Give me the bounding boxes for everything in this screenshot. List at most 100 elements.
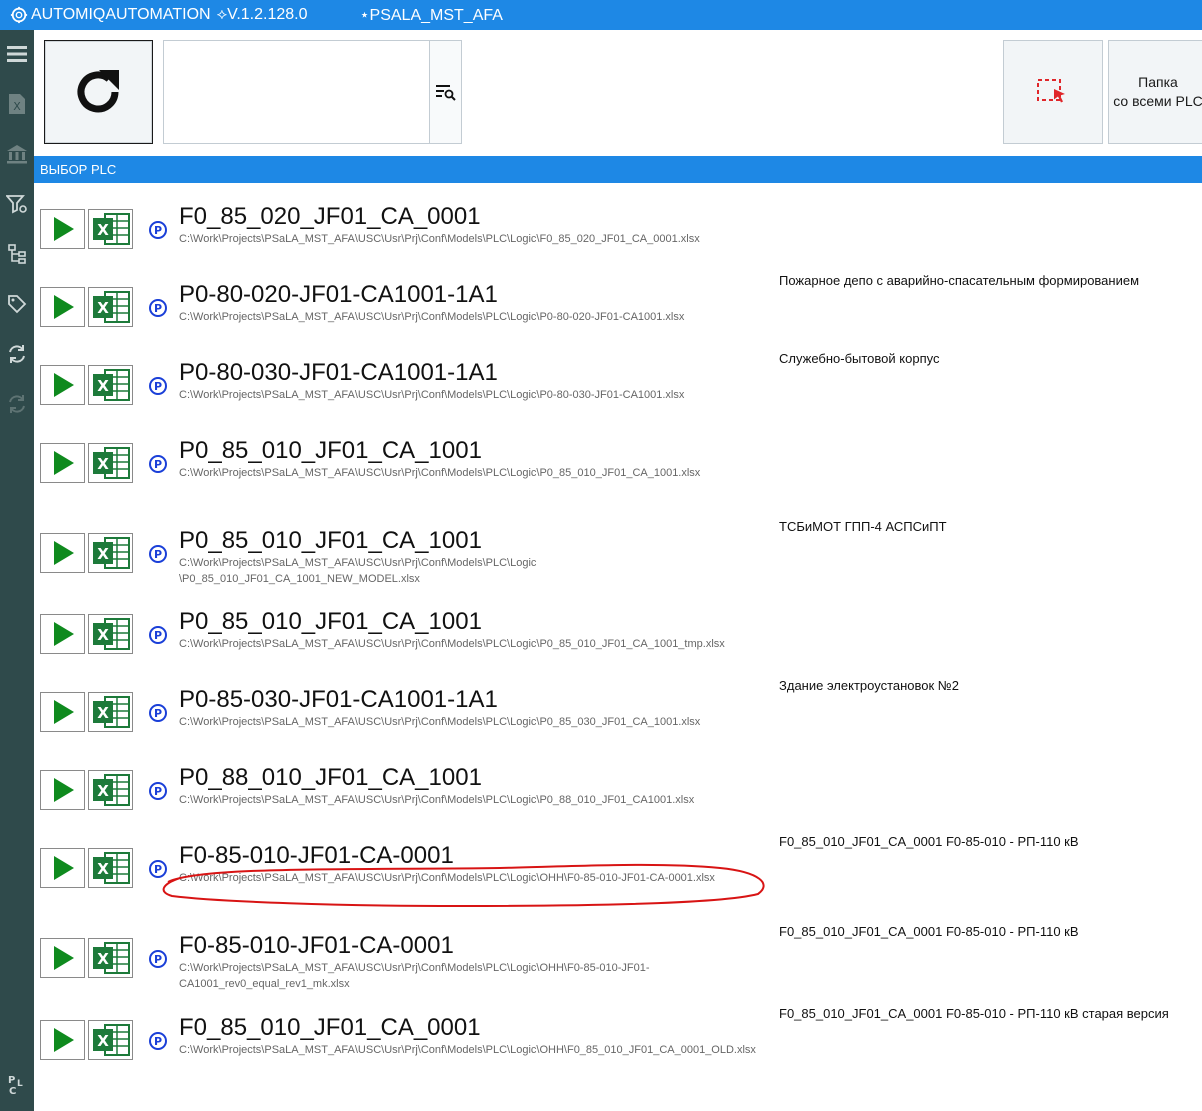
play-icon [53,541,74,565]
plc-file-path: C:\Work\Projects\PSaLA_MST_AFA\USC\Usr\P… [179,638,725,650]
plc-name[interactable]: F0-85-010-JF01-CA-0001 [179,842,454,870]
title-bar: AUTOMIQAUTOMATION ⟡V.1.2.128.0 ⋆PSALA_MS… [0,0,1202,30]
plc-row[interactable]: X P F0_85_020_JF01_CA_0001 C:\Work\Projects… [34,193,1202,271]
run-button[interactable] [40,533,85,573]
svg-text:X: X [97,950,109,968]
excel-icon: X [92,1024,130,1056]
open-excel-button[interactable]: X [88,692,133,732]
svg-text:X: X [97,545,109,563]
app-name: AUTOMIQAUTOMATION [31,6,211,23]
sync-icon[interactable] [5,342,29,366]
plc-row[interactable]: X P P0_85_010_JF01_CA_1001 C:\Work\Projects… [34,427,1202,505]
run-button[interactable] [40,365,85,405]
plc-name[interactable]: P0-85-030-JF01-CA1001-1A1 [179,686,498,714]
plc-name[interactable]: F0_85_020_JF01_CA_0001 [179,203,481,231]
open-excel-button[interactable]: X [88,770,133,810]
play-icon [53,700,74,724]
toolbar: Папка со всеми PLC [34,30,1202,156]
open-excel-button[interactable]: X [88,443,133,483]
plc-p-icon: P [149,626,167,644]
svg-text:X: X [97,704,109,722]
plc-row[interactable]: X P P0-80-020-JF01-CA1001-1A1 C:\Work\Proje… [34,271,1202,349]
plc-row[interactable]: X P P0-85-030-JF01-CA1001-1A1 C:\Work\Proje… [34,676,1202,754]
svg-text:X: X [97,626,109,644]
plc-description: Пожарное депо с аварийно-спасательным фо… [779,273,1140,288]
plc-description: F0_85_010_JF01_CA_0001 F0-85-010 - РП-11… [779,834,1079,849]
plc-row[interactable]: X P F0_85_010_JF01_CA_0001 C:\Work\Projects… [34,1004,1202,1082]
run-button[interactable] [40,848,85,888]
select-cursor-icon [1037,79,1065,103]
excel-icon: X [92,537,130,569]
svg-text:X: X [97,1032,109,1050]
refresh-button[interactable] [44,40,153,144]
search-input[interactable] [164,41,431,143]
gear-icon [10,6,28,24]
plc-file-path: C:\Work\Projects\PSaLA_MST_AFA\USC\Usr\P… [179,233,700,245]
open-excel-button[interactable]: X [88,1020,133,1060]
play-icon [53,451,74,475]
plc-name[interactable]: P0-80-030-JF01-CA1001-1A1 [179,359,498,387]
open-excel-button[interactable]: X [88,287,133,327]
excel-icon: X [92,291,130,323]
tag-icon[interactable] [5,292,29,316]
open-excel-button[interactable]: X [88,614,133,654]
bank-building-icon[interactable] [5,142,29,166]
excel-icon: X [92,852,130,884]
plc-row[interactable]: X P P0_88_010_JF01_CA_1001 C:\Work\Projects… [34,754,1202,832]
svg-text:X: X [97,860,109,878]
selection-mode-button[interactable] [1003,40,1103,144]
plc-row[interactable]: X P P0_85_010_JF01_CA_1001 C:\Work\Projects… [34,505,1202,585]
run-button[interactable] [40,209,85,249]
search-button[interactable] [429,41,461,143]
open-excel-button[interactable]: X [88,533,133,573]
plc-name[interactable]: P0_85_010_JF01_CA_1001 [179,527,482,555]
plc-icon[interactable]: PLC [5,1072,29,1096]
plc-name[interactable]: P0_85_010_JF01_CA_1001 [179,437,482,465]
play-icon [53,778,74,802]
open-excel-button[interactable]: X [88,938,133,978]
sync-disabled-icon[interactable] [5,392,29,416]
plc-description: ТСБиМОТ ГПП-4 АСПСиПТ [779,519,947,534]
list-search-icon [435,85,456,101]
run-button[interactable] [40,938,85,978]
plc-row[interactable]: X P P0-80-030-JF01-CA1001-1A1 C:\Work\Proje… [34,349,1202,427]
plc-p-icon: P [149,1032,167,1050]
plc-name[interactable]: F0_85_010_JF01_CA_0001 [179,1014,481,1042]
svg-text:X: X [97,782,109,800]
plc-name[interactable]: F0-85-010-JF01-CA-0001 [179,932,454,960]
run-button[interactable] [40,770,85,810]
excel-file-icon[interactable]: X [5,92,29,116]
run-button[interactable] [40,1020,85,1060]
open-excel-button[interactable]: X [88,209,133,249]
svg-text:P: P [8,1075,15,1086]
hamburger-menu-icon[interactable] [5,42,29,66]
run-button[interactable] [40,692,85,732]
open-excel-button[interactable]: X [88,365,133,405]
plc-row[interactable]: X P F0-85-010-JF01-CA-0001 C:\Work\Projects… [34,910,1202,990]
run-button[interactable] [40,614,85,654]
run-button[interactable] [40,287,85,327]
plc-name[interactable]: P0_88_010_JF01_CA_1001 [179,764,482,792]
plc-folder-button[interactable]: Папка со всеми PLC [1108,40,1202,144]
plc-p-icon: P [149,782,167,800]
plc-row[interactable]: X P F0-85-010-JF01-CA-0001 C:\Work\Projects… [34,832,1202,910]
plc-name[interactable]: P0_85_010_JF01_CA_1001 [179,608,482,636]
excel-icon: X [92,213,130,245]
tree-structure-icon[interactable] [5,242,29,266]
svg-text:X: X [97,299,109,317]
project-name: ⋆PSALA_MST_AFA [359,7,503,24]
plc-name[interactable]: P0-80-020-JF01-CA1001-1A1 [179,281,498,309]
plc-p-icon: P [149,299,167,317]
open-excel-button[interactable]: X [88,848,133,888]
run-button[interactable] [40,443,85,483]
plc-file-path: C:\Work\Projects\PSaLA_MST_AFA\USC\Usr\P… [179,389,685,401]
plc-file-path: C:\Work\Projects\PSaLA_MST_AFA\USC\Usr\P… [179,1044,756,1056]
plc-file-path: C:\Work\Projects\PSaLA_MST_AFA\USC\Usr\P… [179,962,650,990]
svg-text:X: X [97,221,109,239]
excel-icon: X [92,618,130,650]
play-icon [53,295,74,319]
plc-row[interactable]: X P P0_85_010_JF01_CA_1001 C:\Work\Projects… [34,598,1202,676]
plc-description: F0_85_010_JF01_CA_0001 F0-85-010 - РП-11… [779,1006,1169,1021]
filter-settings-icon[interactable] [5,192,29,216]
plc-description: F0_85_010_JF01_CA_0001 F0-85-010 - РП-11… [779,924,1079,939]
